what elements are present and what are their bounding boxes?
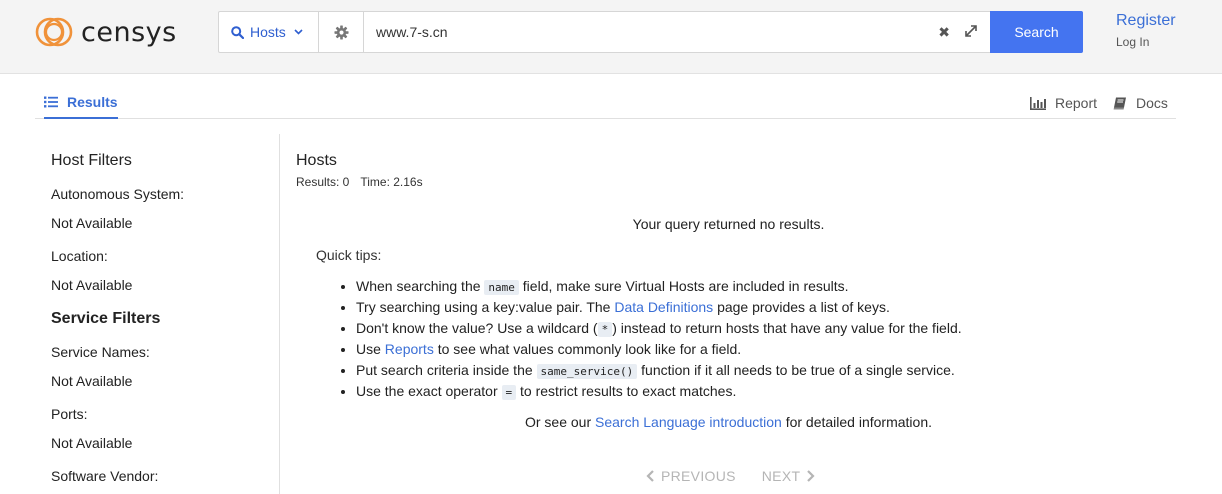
ports-label: Ports: xyxy=(51,406,88,422)
list-item: Use Reports to see what values commonly … xyxy=(356,340,962,361)
gear-icon xyxy=(333,24,349,40)
tip-text: function if it all needs to be true of a… xyxy=(637,362,955,378)
search-settings-button[interactable] xyxy=(319,12,364,52)
results-tabs-bar: Results Report Docs xyxy=(35,88,1176,119)
list-item: Don't know the value? Use a wildcard (*)… xyxy=(356,319,962,340)
tip-text: field, make sure Virtual Hosts are inclu… xyxy=(518,278,849,294)
bar-chart-icon xyxy=(1030,96,1046,110)
list-item: Put search criteria inside the same_serv… xyxy=(356,361,962,382)
search-type-dropdown[interactable]: Hosts xyxy=(219,12,319,52)
search-button[interactable]: Search xyxy=(990,11,1083,53)
results-panel: Hosts Results: 0 Time: 2.16s Your query … xyxy=(296,134,1176,494)
previous-label: PREVIOUS xyxy=(661,468,736,484)
tip-text: Use xyxy=(356,341,385,357)
search-language-link[interactable]: Search Language introduction xyxy=(595,414,782,430)
login-link[interactable]: Log In xyxy=(1116,35,1149,49)
service-names-label: Service Names: xyxy=(51,344,150,360)
query-field-wrapper: ✖ xyxy=(364,12,990,52)
page-title: Hosts xyxy=(296,152,337,169)
censys-logo[interactable]: censys xyxy=(35,14,177,50)
data-definitions-link[interactable]: Data Definitions xyxy=(614,299,713,315)
book-icon xyxy=(1113,97,1126,109)
tab-report-label: Report xyxy=(1055,95,1098,111)
note-text: Or see our xyxy=(524,414,595,430)
tab-results[interactable]: Results xyxy=(44,88,118,119)
results-count: Results: 0 xyxy=(296,175,350,189)
service-filters-heading: Service Filters xyxy=(51,310,161,327)
search-type-label: Hosts xyxy=(250,24,286,40)
no-results-message: Your query returned no results. xyxy=(632,216,825,232)
code-snippet: same_service() xyxy=(536,364,638,379)
clear-icon[interactable]: ✖ xyxy=(938,24,950,41)
note-text: for detailed information. xyxy=(781,414,933,430)
tip-text: to see what values commonly look like fo… xyxy=(433,341,742,357)
tab-docs[interactable]: Docs xyxy=(1113,88,1168,118)
register-link[interactable]: Register xyxy=(1116,12,1176,30)
quick-tips-title: Quick tips: xyxy=(316,247,382,263)
tip-text: ) instead to return hosts that have any … xyxy=(612,320,962,336)
next-page-button[interactable]: NEXT xyxy=(762,468,816,484)
code-snippet: name xyxy=(484,280,519,295)
logo-rings-icon xyxy=(35,17,73,47)
tip-text: Use the exact operator xyxy=(356,383,502,399)
filters-sidebar: Host Filters Autonomous System: Not Avai… xyxy=(35,134,280,494)
tip-text: to restrict results to exact matches. xyxy=(516,383,737,399)
list-item: Use the exact operator = to restrict res… xyxy=(356,382,962,403)
service-names-value: Not Available xyxy=(51,373,133,389)
search-bar: Hosts www.7-s.cn ✖ Search xyxy=(218,11,1083,53)
reports-link[interactable]: Reports xyxy=(385,341,434,357)
tip-text: Try searching using a key:value pair. Th… xyxy=(356,299,615,315)
chevron-down-icon xyxy=(294,29,303,35)
autonomous-system-value: Not Available xyxy=(51,215,133,231)
tip-text: Don't know the value? Use a wildcard ( xyxy=(356,320,598,336)
tab-results-label: Results xyxy=(67,93,118,110)
chevron-left-icon xyxy=(646,470,654,482)
tip-text: When searching the xyxy=(356,278,485,294)
tip-text: Put search criteria inside the xyxy=(356,362,537,378)
search-icon xyxy=(231,25,244,39)
top-header: censys Hosts www.7-s.cn ✖ Search Registe… xyxy=(0,0,1222,74)
list-item: Try searching using a key:value pair. Th… xyxy=(356,298,962,319)
expand-icon[interactable] xyxy=(964,24,978,38)
search-input[interactable] xyxy=(364,12,990,52)
tip-text: page provides a list of keys. xyxy=(713,299,890,315)
search-language-note: Or see our Search Language introduction … xyxy=(296,414,1161,430)
previous-page-button[interactable]: PREVIOUS xyxy=(646,468,736,484)
location-value: Not Available xyxy=(51,277,133,293)
list-item: When searching the name field, make sure… xyxy=(356,277,962,298)
code-snippet: * xyxy=(597,322,613,337)
logo-text: censys xyxy=(81,16,177,48)
tab-report[interactable]: Report xyxy=(1030,88,1097,118)
host-filters-heading: Host Filters xyxy=(51,152,132,169)
list-icon xyxy=(44,96,58,107)
location-label: Location: xyxy=(51,248,108,264)
autonomous-system-label: Autonomous System: xyxy=(51,186,185,202)
chevron-right-icon xyxy=(807,470,815,482)
ports-value: Not Available xyxy=(51,435,133,451)
code-snippet: = xyxy=(501,385,517,400)
tab-docs-label: Docs xyxy=(1136,95,1168,111)
quick-tips-list: When searching the name field, make sure… xyxy=(356,277,962,403)
query-time: Time: 2.16s xyxy=(360,175,423,189)
software-vendor-label: Software Vendor: xyxy=(51,468,159,484)
next-label: NEXT xyxy=(761,468,801,484)
results-stats: Results: 0 Time: 2.16s xyxy=(296,175,423,189)
pagination: PREVIOUS NEXT xyxy=(646,468,815,484)
